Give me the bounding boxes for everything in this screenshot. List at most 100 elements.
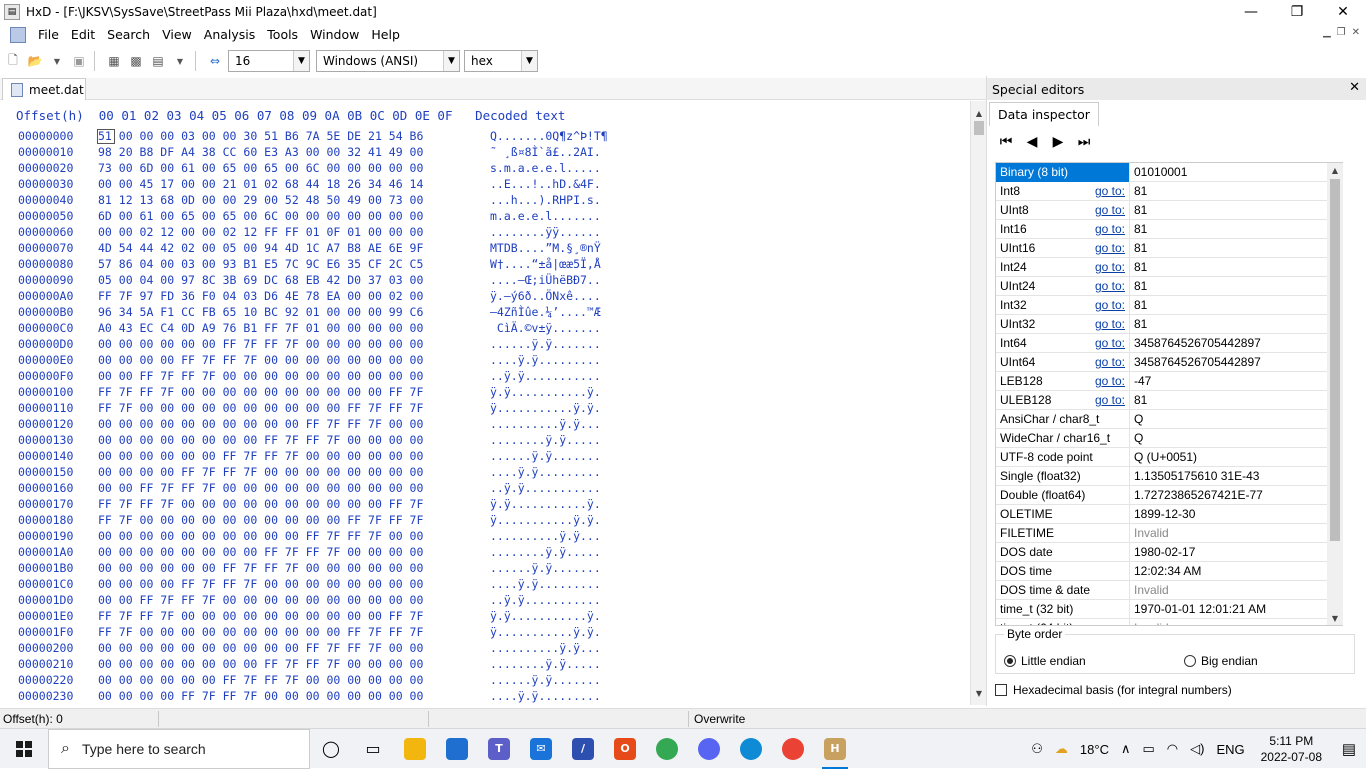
hex-row-decoded[interactable]: ........ÿ.ÿ..... (490, 657, 601, 671)
goto-link[interactable]: go to: (1095, 336, 1125, 350)
tab-meet-dat[interactable]: meet.dat (2, 78, 86, 100)
taskbar-search[interactable]: ⌕ Type here to search (48, 728, 310, 769)
hex-row-bytes[interactable]: 00 00 00 00 00 00 00 00 FF 7F FF 7F 00 0… (98, 545, 423, 559)
goto-link[interactable]: go to: (1095, 279, 1125, 293)
inspector-row-value[interactable]: -47 (1130, 374, 1151, 388)
hex-row-bytes[interactable]: 51 00 00 00 03 00 00 30 51 B6 7A 5E DE 2… (98, 129, 423, 143)
hex-row-decoded[interactable]: ..........ÿ.ÿ... (490, 417, 601, 431)
inspector-row[interactable]: ULEB128 go to: 81 (996, 390, 1342, 410)
inspector-scrollbar[interactable]: ▲ ▼ (1327, 163, 1343, 625)
hex-row-decoded[interactable]: ....—Œ;iÜhëBÐ7.. (490, 273, 601, 287)
menu-search[interactable]: Search (101, 24, 156, 46)
menu-tools[interactable]: Tools (261, 24, 304, 46)
mail-icon[interactable]: ✉ (520, 729, 562, 769)
scroll-down-icon[interactable]: ▼ (1327, 611, 1343, 625)
minimize-button[interactable]: — (1228, 0, 1274, 24)
hex-row-decoded[interactable]: ........ÿÿ...... (490, 225, 601, 239)
start-button[interactable] (0, 729, 48, 769)
clock[interactable]: 5:11 PM 2022-07-08 (1251, 733, 1332, 765)
chevron-up-icon[interactable]: ∧ (1115, 741, 1137, 757)
hex-row-bytes[interactable]: FF 7F 00 00 00 00 00 00 00 00 00 00 FF 7… (98, 513, 423, 527)
hex-row-bytes[interactable]: 00 00 00 00 FF 7F FF 7F 00 00 00 00 00 0… (98, 689, 423, 703)
task-view-icon[interactable]: ▭ (352, 729, 394, 769)
mdi-minimize-icon[interactable]: ▁ (1323, 27, 1331, 38)
display-mode-select[interactable]: hex ▼ (464, 50, 538, 72)
goto-link[interactable]: go to: (1095, 355, 1125, 369)
inspector-row-value[interactable]: 81 (1130, 241, 1147, 255)
inspector-row[interactable]: UTF-8 code point Q (U+0051) (996, 447, 1342, 467)
save-icon[interactable]: ▣ (70, 52, 88, 70)
hex-row-decoded[interactable]: MTDB....”M.§¸®nŸ (490, 241, 601, 255)
inspector-row[interactable]: DOS time & date Invalid (996, 580, 1342, 600)
inspector-row[interactable]: UInt16 go to: 81 (996, 238, 1342, 258)
inspector-row[interactable]: time_t (64 bit) Invalid (996, 618, 1342, 625)
inspector-row[interactable]: Int24 go to: 81 (996, 257, 1342, 277)
inspector-row-value[interactable]: 1970-01-01 12:01:21 AM (1130, 602, 1266, 616)
hex-row-decoded[interactable]: ........ÿ.ÿ..... (490, 433, 601, 447)
menu-edit[interactable]: Edit (65, 24, 101, 46)
dropdown-arrow-icon[interactable]: ▼ (48, 52, 66, 70)
hex-row-bytes[interactable]: 98 20 B8 DF A4 38 CC 60 E3 A3 00 00 32 4… (98, 145, 423, 159)
inspector-row-value[interactable]: 01010001 (1130, 165, 1187, 179)
inspector-row-value[interactable]: 81 (1130, 317, 1147, 331)
hex-row-decoded[interactable]: ..ÿ.ÿ........... (490, 369, 601, 383)
hex-row-bytes[interactable]: A0 43 EC C4 0D A9 76 B1 FF 7F 01 00 00 0… (98, 321, 423, 335)
hex-row-bytes[interactable]: 57 86 04 00 03 00 93 B1 E5 7C 9C E6 35 C… (98, 257, 423, 271)
inspector-row-value[interactable]: 1.13505175610 31E-43 (1130, 469, 1259, 483)
inspector-row[interactable]: DOS date 1980-02-17 (996, 542, 1342, 562)
charset-select[interactable]: Windows (ANSI) ▼ (316, 50, 460, 72)
goto-link[interactable]: go to: (1095, 393, 1125, 407)
inspector-row[interactable]: LEB128 go to: -47 (996, 371, 1342, 391)
hex-row-bytes[interactable]: 00 00 02 12 00 00 02 12 FF FF 01 0F 01 0… (98, 225, 423, 239)
open-ram-icon[interactable]: ▩ (127, 52, 145, 70)
hex-row-bytes[interactable]: 00 00 00 00 00 00 FF 7F FF 7F 00 00 00 0… (98, 337, 423, 351)
weather-icon[interactable]: ☁ (1049, 741, 1074, 757)
inspector-row[interactable]: Single (float32) 1.13505175610 31E-43 (996, 466, 1342, 486)
people-icon[interactable]: ⚇ (1025, 741, 1049, 757)
inspector-row[interactable]: UInt8 go to: 81 (996, 200, 1342, 220)
menu-analysis[interactable]: Analysis (198, 24, 262, 46)
hex-row-decoded[interactable]: ..ÿ.ÿ........... (490, 593, 601, 607)
previous-icon[interactable]: ◀ (1023, 133, 1041, 151)
close-icon[interactable]: ✕ (1349, 80, 1360, 95)
goto-link[interactable]: go to: (1095, 317, 1125, 331)
inspector-row-value[interactable]: Invalid (1130, 526, 1169, 540)
little-endian-radio[interactable]: Little endian (1004, 654, 1086, 668)
hex-row-decoded[interactable]: ÿ...........ÿ.ÿ. (490, 513, 601, 527)
hex-editor[interactable]: Offset(h) 00 01 02 03 04 05 06 07 08 09 … (0, 101, 970, 705)
inspector-row[interactable]: Int64 go to: 3458764526705442897 (996, 333, 1342, 353)
hex-row-bytes[interactable]: FF 7F FF 7F 00 00 00 00 00 00 00 00 00 0… (98, 385, 423, 399)
store-icon[interactable] (436, 729, 478, 769)
inspector-row[interactable]: Int32 go to: 81 (996, 295, 1342, 315)
hex-row-bytes[interactable]: FF 7F FF 7F 00 00 00 00 00 00 00 00 00 0… (98, 497, 423, 511)
goto-link[interactable]: go to: (1095, 298, 1125, 312)
hex-row-decoded[interactable]: CìÄ.©v±ÿ....... (490, 321, 601, 335)
menu-window[interactable]: Window (304, 24, 365, 46)
cortana-icon[interactable]: ◯ (310, 729, 352, 769)
hex-row-bytes[interactable]: 05 00 04 00 97 8C 3B 69 DC 68 EB 42 D0 3… (98, 273, 423, 287)
menu-view[interactable]: View (156, 24, 198, 46)
hex-row-bytes[interactable]: 73 00 6D 00 61 00 65 00 65 00 6C 00 00 0… (98, 161, 423, 175)
inspector-row[interactable]: Binary (8 bit) 01010001 (996, 163, 1342, 182)
inspector-row-value[interactable]: Q (1130, 431, 1143, 445)
mdi-restore-icon[interactable]: ❐ (1337, 27, 1346, 38)
wifi-icon[interactable]: ◠ (1161, 741, 1184, 757)
inspector-row[interactable]: DOS time 12:02:34 AM (996, 561, 1342, 581)
goto-link[interactable]: go to: (1095, 374, 1125, 388)
hex-row-bytes[interactable]: 00 00 00 00 00 00 00 00 00 00 FF 7F FF 7… (98, 529, 423, 543)
hex-row-decoded[interactable]: s.m.a.e.e.l..... (490, 161, 601, 175)
inspector-row[interactable]: Int8 go to: 81 (996, 181, 1342, 201)
bytes-per-row-select[interactable]: 16 ▼ (228, 50, 310, 72)
hex-row-decoded[interactable]: ÿ.ÿ...........ÿ. (490, 609, 601, 623)
inspector-row-value[interactable]: 81 (1130, 184, 1147, 198)
hex-row-bytes[interactable]: 00 00 45 17 00 00 21 01 02 68 44 18 26 3… (98, 177, 423, 191)
hex-row-bytes[interactable]: FF 7F 00 00 00 00 00 00 00 00 00 00 FF 7… (98, 401, 423, 415)
open-image-icon[interactable]: ▤ (149, 52, 167, 70)
hex-row-decoded[interactable]: ........ÿ.ÿ..... (490, 545, 601, 559)
hex-row-decoded[interactable]: ..........ÿ.ÿ... (490, 529, 601, 543)
hex-row-bytes[interactable]: 00 00 00 00 00 00 FF 7F FF 7F 00 00 00 0… (98, 449, 423, 463)
hex-row-decoded[interactable]: ÿ...........ÿ.ÿ. (490, 625, 601, 639)
tab-data-inspector[interactable]: Data inspector (989, 102, 1099, 126)
hxd-taskbar-icon[interactable]: H (814, 729, 856, 769)
chrome-profile-icon[interactable] (772, 729, 814, 769)
